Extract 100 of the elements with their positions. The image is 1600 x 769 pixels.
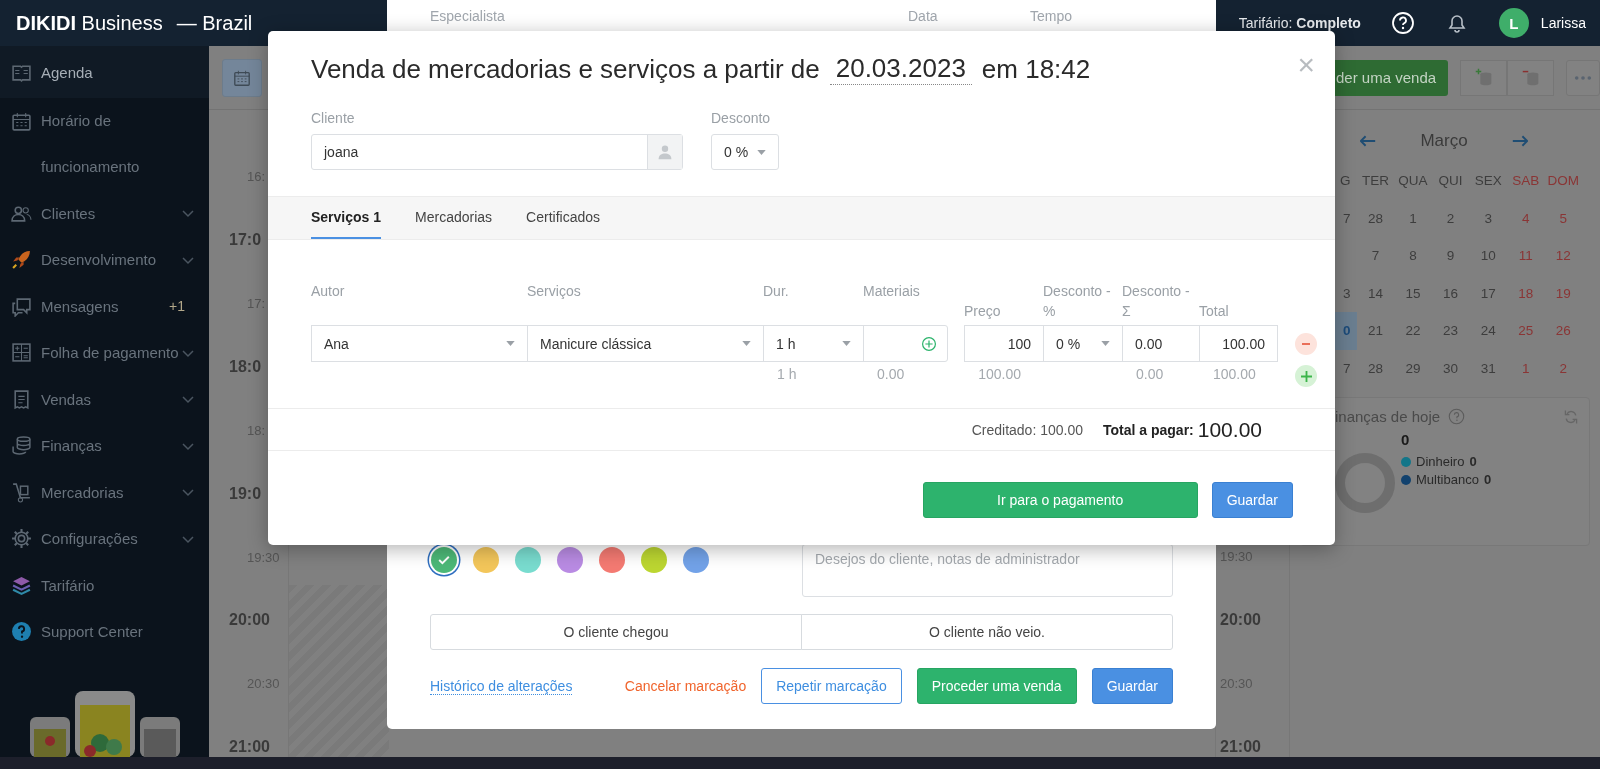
color-swatch[interactable] xyxy=(431,547,457,573)
client-field[interactable]: joana xyxy=(311,134,683,170)
calendar-day[interactable]: 21 xyxy=(1356,312,1395,350)
calendar-day[interactable]: 14 xyxy=(1356,274,1395,312)
sidebar-item[interactable]: Finanças xyxy=(0,422,209,469)
remove-row-button[interactable] xyxy=(1295,332,1317,355)
sidebar-item[interactable]: Mercadorias xyxy=(0,469,209,516)
sidebar-item[interactable]: Clientes xyxy=(0,190,209,237)
user-avatar[interactable]: L xyxy=(1498,8,1529,38)
calendar-day[interactable]: 10 xyxy=(1469,237,1507,275)
select-field[interactable]: 0 % xyxy=(1043,325,1123,362)
select-field[interactable]: Ana xyxy=(311,325,528,362)
help-icon xyxy=(11,621,32,643)
plan-label[interactable]: Tarifário: Completo xyxy=(1238,15,1361,31)
calendar-day[interactable]: 22 xyxy=(1394,312,1432,350)
previous-month-arrow[interactable] xyxy=(1360,135,1376,147)
calendar-day[interactable]: 11 xyxy=(1506,237,1545,275)
select-field[interactable]: 1 h xyxy=(763,325,864,362)
income-button[interactable] xyxy=(1460,59,1508,96)
add-row-button[interactable] xyxy=(1295,365,1317,387)
calendar-day[interactable]: 18 xyxy=(1506,274,1545,312)
notes-field[interactable]: Desejos do cliente, notas de administrador xyxy=(802,544,1173,597)
chat-icon xyxy=(11,295,32,317)
gear-icon xyxy=(11,528,32,550)
tab[interactable]: Mercadorias xyxy=(415,197,493,239)
sidebar-item[interactable]: Configurações xyxy=(0,515,209,562)
amount-field[interactable]: 0.00 xyxy=(1122,325,1200,362)
calendar-day[interactable]: 30 xyxy=(1431,349,1470,387)
calendar-day[interactable]: 26 xyxy=(1544,312,1583,350)
color-swatch[interactable] xyxy=(641,547,667,573)
close-button[interactable]: × xyxy=(1297,47,1315,83)
caret-icon xyxy=(757,149,766,155)
history-link[interactable]: Histórico de alterações xyxy=(430,677,573,695)
user-name[interactable]: Larissa xyxy=(1540,15,1586,31)
color-swatch[interactable] xyxy=(515,547,541,573)
donut-drawing xyxy=(1335,453,1395,513)
message-count: +1 xyxy=(169,298,185,315)
calendar-day[interactable]: 1 xyxy=(1506,349,1545,387)
color-swatch[interactable] xyxy=(683,547,709,573)
column-header: Data xyxy=(908,7,939,26)
calendar-day[interactable]: 8 xyxy=(1394,237,1432,275)
column-header: Desconto - Σ xyxy=(1122,282,1191,321)
payment-button[interactable]: Ir para o pagamento xyxy=(922,482,1198,518)
number-field[interactable]: 100 xyxy=(964,325,1044,362)
calendar-day[interactable]: 7 xyxy=(1356,237,1395,275)
column-header: Total xyxy=(1199,302,1230,321)
materials-field[interactable] xyxy=(863,325,948,362)
date-field[interactable]: 20.03.2023 xyxy=(829,53,972,85)
select-field[interactable]: Manicure clássica xyxy=(527,325,764,362)
calendar-day[interactable]: 28 xyxy=(1356,349,1395,387)
refresh-icon[interactable] xyxy=(1563,408,1579,425)
calendar-day[interactable]: 12 xyxy=(1544,237,1583,275)
calendar-day[interactable]: 5 xyxy=(1544,199,1583,237)
color-swatch[interactable] xyxy=(473,547,499,573)
calendar-day[interactable]: 25 xyxy=(1506,312,1545,350)
sidebar-item[interactable]: Tarifário xyxy=(0,562,209,609)
calendar-button[interactable] xyxy=(222,58,262,97)
sidebar-item[interactable]: Desenvolvimento xyxy=(0,236,209,283)
expense-button[interactable] xyxy=(1507,59,1555,96)
calendar-day[interactable]: 17 xyxy=(1469,274,1507,312)
calendar-day[interactable]: 2 xyxy=(1431,199,1470,237)
legend-value: 0 xyxy=(1469,454,1477,469)
sidebar-item[interactable]: Agenda xyxy=(0,46,209,98)
color-swatch[interactable] xyxy=(599,547,625,573)
total-cell-text: 100.00 xyxy=(977,366,1022,384)
sidebar-item[interactable]: Support Center xyxy=(0,608,209,655)
caret-icon xyxy=(842,341,851,346)
tab[interactable]: Certificados xyxy=(526,197,600,239)
number-field[interactable]: 100.00 xyxy=(1199,325,1278,362)
calendar-day[interactable]: 29 xyxy=(1394,349,1432,387)
sidebar-item[interactable]: Vendas xyxy=(0,376,209,423)
calendar-day[interactable]: 19 xyxy=(1544,274,1583,312)
repeat-button[interactable]: Repetir marcação xyxy=(761,668,902,704)
weekday-label: SEX xyxy=(1473,172,1503,191)
sidebar-item[interactable]: Horário de funcionamento xyxy=(0,98,209,190)
status-button[interactable]: O cliente não veio. xyxy=(801,614,1173,650)
calendar-day[interactable]: 28 xyxy=(1356,199,1395,237)
calendar-day[interactable]: 15 xyxy=(1394,274,1432,312)
save-button[interactable]: Guardar xyxy=(1211,482,1293,518)
calendar-day[interactable]: 1 xyxy=(1394,199,1432,237)
sale-button[interactable]: Proceder uma venda xyxy=(916,668,1077,704)
calendar-day[interactable]: 23 xyxy=(1431,312,1470,350)
calendar-day[interactable]: 4 xyxy=(1506,199,1545,237)
color-swatch[interactable] xyxy=(557,547,583,573)
calendar-day[interactable]: 3 xyxy=(1469,199,1507,237)
more-button[interactable] xyxy=(1566,59,1600,96)
calendar-day[interactable]: 2 xyxy=(1544,349,1583,387)
tab[interactable]: Serviços 1 xyxy=(311,197,382,239)
save-button[interactable]: Guardar xyxy=(1091,668,1173,704)
calendar-day[interactable]: 31 xyxy=(1469,349,1507,387)
sidebar-item[interactable]: Folha de pagamento xyxy=(0,329,209,376)
calendar-day[interactable]: 9 xyxy=(1431,237,1470,275)
calendar-day[interactable]: 24 xyxy=(1469,312,1507,350)
discount-select[interactable]: 0 % xyxy=(711,134,779,170)
status-button[interactable]: O cliente chegou xyxy=(430,614,802,650)
next-month-arrow[interactable] xyxy=(1512,135,1528,147)
calendar-day[interactable]: 16 xyxy=(1431,274,1470,312)
sidebar-item[interactable]: Mensagens +1 xyxy=(0,283,209,330)
cancel-link[interactable]: Cancelar marcação xyxy=(624,678,747,694)
column-header: Materiais xyxy=(863,282,921,301)
